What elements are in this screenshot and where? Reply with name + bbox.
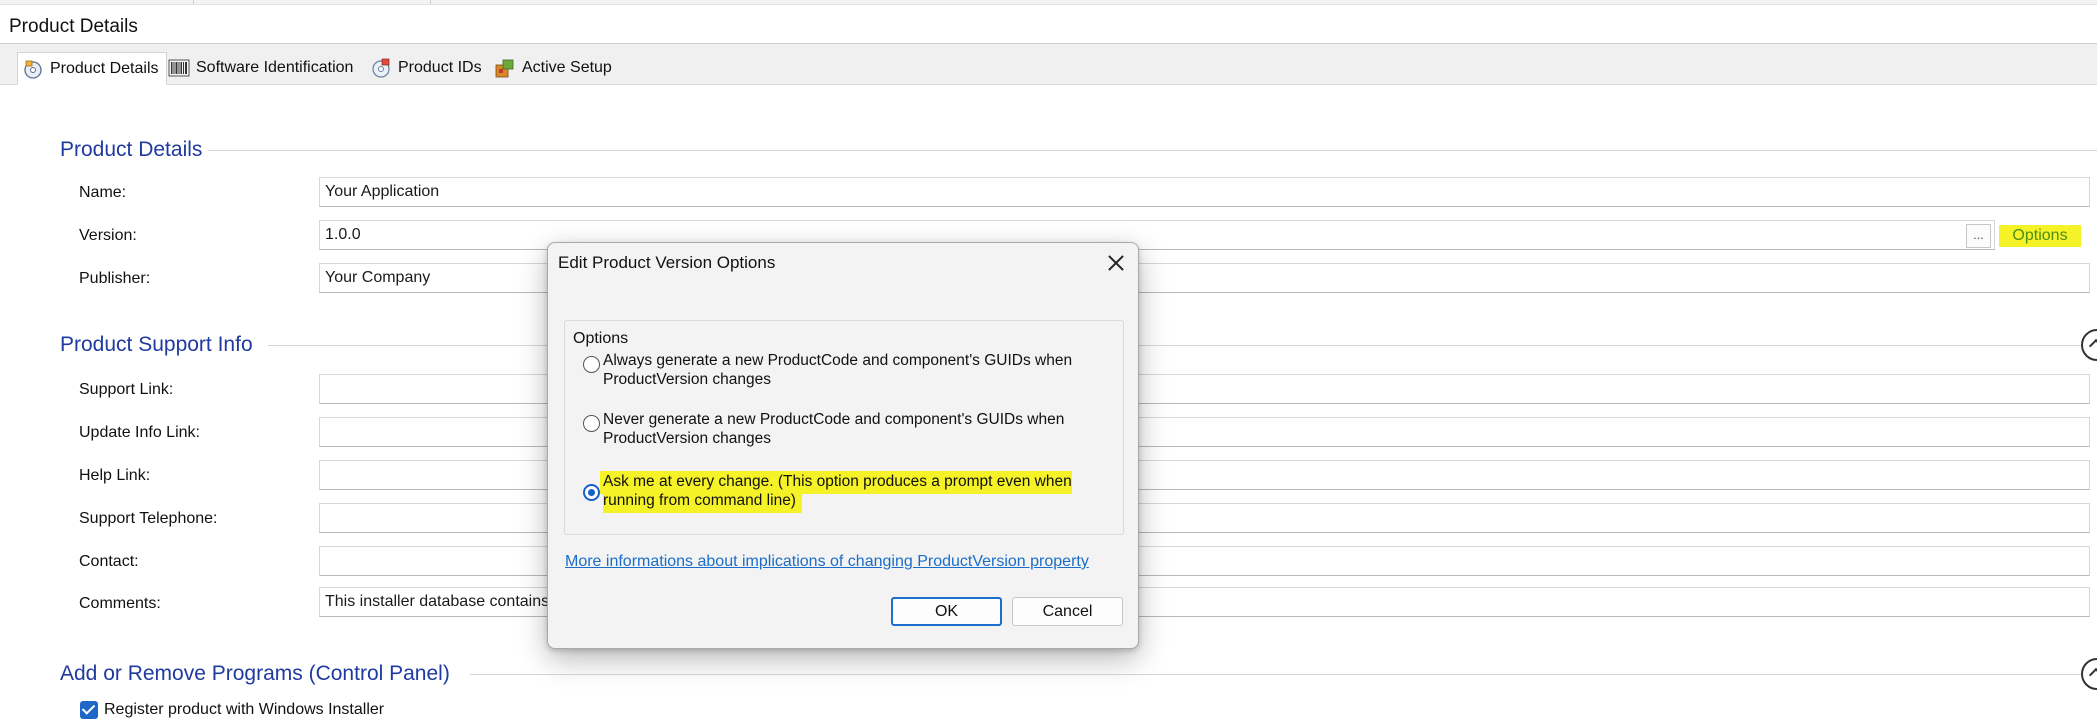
radio-button[interactable] <box>583 356 600 373</box>
tab-label: Active Setup <box>522 59 612 76</box>
radio-button-selected[interactable] <box>583 484 600 501</box>
tab-label: Product IDs <box>398 59 482 76</box>
version-browse-button[interactable]: ... <box>1966 224 1991 248</box>
tab-product-details[interactable]: Product Details <box>17 52 167 85</box>
options-group-label: Options <box>573 330 629 347</box>
section-divider <box>470 674 2081 675</box>
dialog-title: Edit Product Version Options <box>558 253 776 272</box>
register-product-checkbox[interactable] <box>80 701 98 719</box>
update-info-link-label: Update Info Link: <box>79 424 200 441</box>
cancel-button[interactable]: Cancel <box>1012 597 1123 626</box>
product-details-icon <box>22 58 44 80</box>
tab-label: Product Details <box>50 59 159 77</box>
product-version-info-link[interactable]: More informations about implications of … <box>565 553 1089 571</box>
publisher-label: Publisher: <box>79 270 151 287</box>
tab-label: Software Identification <box>196 59 354 76</box>
edit-product-version-dialog: Edit Product Version Options Options Alw… <box>547 242 1139 649</box>
support-link-label: Support Link: <box>79 381 174 398</box>
name-label: Name: <box>79 184 127 201</box>
option-text: Ask me at every change. (This option pro… <box>600 471 1113 513</box>
strip-divider <box>193 0 194 4</box>
ok-button[interactable]: OK <box>891 597 1002 626</box>
close-icon[interactable] <box>1104 251 1128 275</box>
version-options-link[interactable]: Options <box>1999 225 2081 247</box>
product-ids-icon <box>370 57 392 79</box>
barcode-icon <box>168 57 190 79</box>
options-group: Options Always generate a new ProductCod… <box>564 320 1124 535</box>
collapse-arp-button[interactable] <box>2081 658 2097 690</box>
radio-button[interactable] <box>583 415 600 432</box>
tab-product-ids[interactable]: Product IDs <box>370 54 482 82</box>
version-label: Version: <box>79 227 137 244</box>
page-title: Product Details <box>9 16 138 37</box>
section-divider <box>208 150 2097 151</box>
highlighted-option-text: Ask me at every change. (This option pro… <box>600 471 1072 513</box>
comments-label: Comments: <box>79 595 161 612</box>
collapse-support-button[interactable] <box>2081 329 2097 361</box>
title-bar: Product Details <box>0 5 2097 44</box>
tab-strip: Product Details Software Identification … <box>0 44 2097 85</box>
register-product-label: Register product with Windows Installer <box>104 701 385 718</box>
option-text: Never generate a new ProductCode and com… <box>603 411 1065 447</box>
section-divider <box>268 345 2081 346</box>
section-title-product-details: Product Details <box>60 138 203 161</box>
name-field[interactable]: Your Application <box>319 177 2090 207</box>
section-title-product-support: Product Support Info <box>60 333 253 356</box>
help-link-label: Help Link: <box>79 467 151 484</box>
tab-active-setup[interactable]: Active Setup <box>494 54 612 82</box>
strip-divider <box>430 0 431 4</box>
option-text: Always generate a new ProductCode and co… <box>603 352 1073 388</box>
support-telephone-label: Support Telephone: <box>79 510 218 527</box>
section-title-add-remove-programs: Add or Remove Programs (Control Panel) <box>60 662 450 685</box>
tab-software-identification[interactable]: Software Identification <box>168 54 353 82</box>
contact-label: Contact: <box>79 553 139 570</box>
active-setup-icon <box>494 57 516 79</box>
